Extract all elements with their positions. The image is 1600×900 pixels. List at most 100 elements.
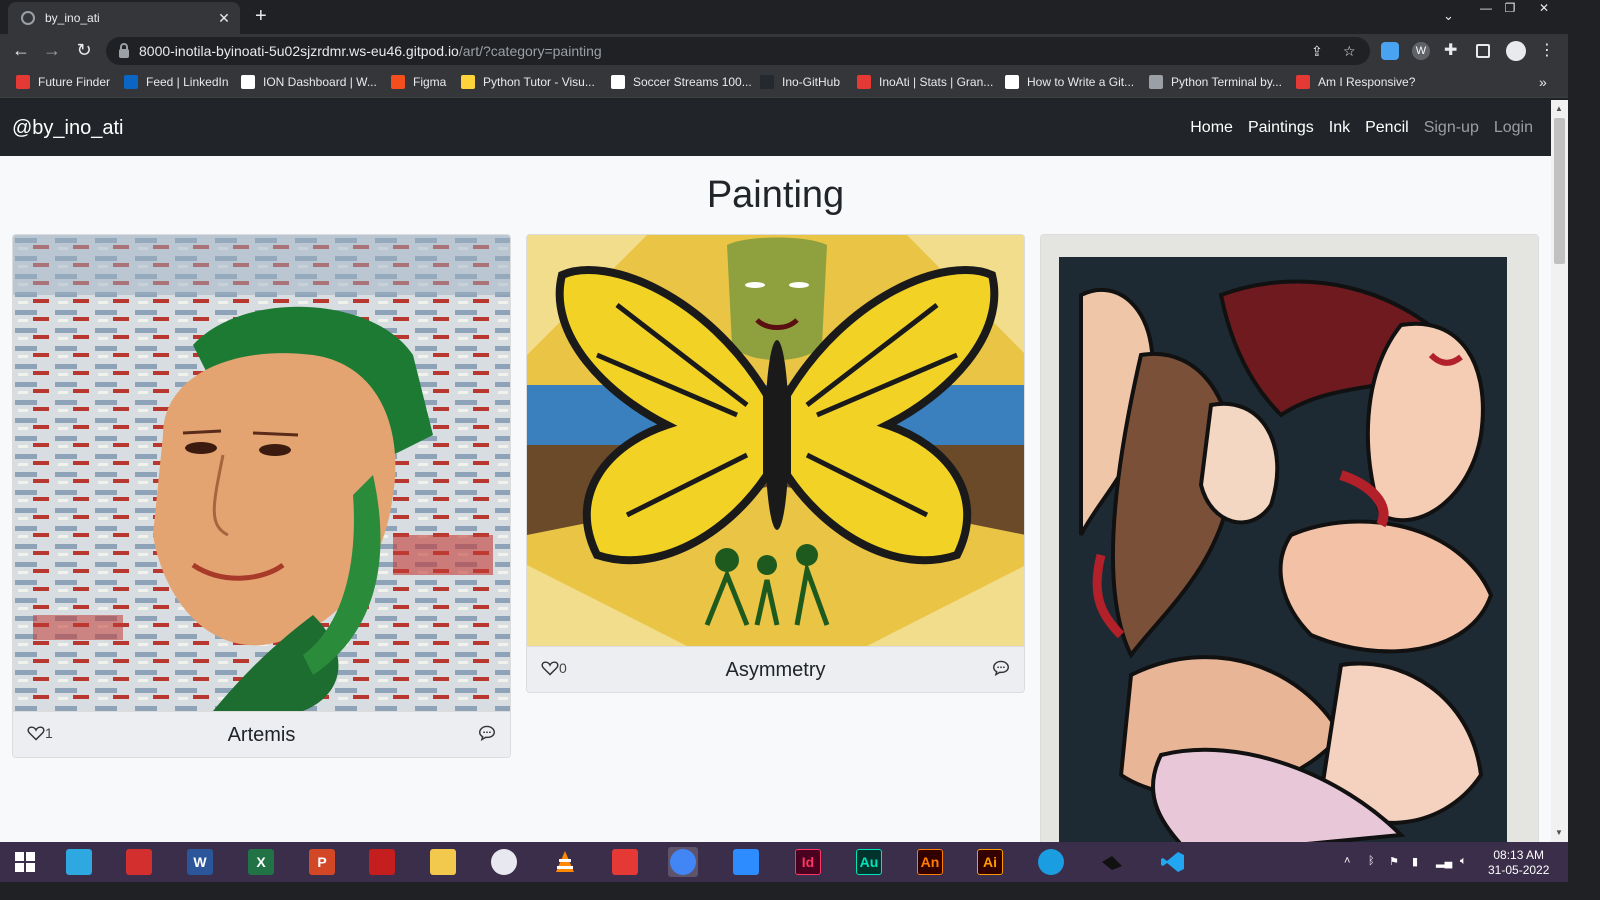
tray-expand-icon[interactable]: ˄ — [1344, 855, 1350, 867]
chrome-icon[interactable] — [668, 847, 698, 877]
app-dark-icon[interactable] — [1097, 847, 1127, 877]
indesign-icon[interactable]: Id — [793, 847, 823, 877]
profile-avatar-icon[interactable] — [1506, 41, 1526, 61]
bookmark-label: How to Write a Git... — [1027, 75, 1135, 89]
bookmark-favicon-icon — [760, 75, 774, 89]
bookmark-item[interactable]: Future Finder — [16, 75, 110, 89]
nav-link-pencil[interactable]: Pencil — [1365, 119, 1409, 137]
powerpoint-icon[interactable]: P — [307, 847, 337, 877]
extension-cloud-icon[interactable] — [1381, 42, 1399, 60]
word-icon[interactable]: W — [185, 847, 215, 877]
artwork-title: Asymmetry — [725, 659, 826, 681]
extensions-puzzle-icon[interactable]: ✚ — [1444, 42, 1462, 60]
artwork-card-artemis[interactable]: 1 Artemis — [12, 234, 511, 758]
vscode-icon[interactable] — [1158, 847, 1188, 877]
nav-link-login[interactable]: Login — [1494, 119, 1533, 137]
bluetooth-icon[interactable]: ᛒ — [1368, 855, 1375, 867]
web-page: @by_ino_ati Home Paintings Ink Pencil Sign-u… — [0, 100, 1551, 842]
nav-link-ink[interactable]: Ink — [1329, 119, 1350, 137]
more-bookmarks-icon[interactable]: » — [1539, 74, 1547, 90]
bookmark-item[interactable]: Ino-GitHub — [760, 75, 840, 89]
scroll-down-icon[interactable]: ▼ — [1555, 828, 1563, 837]
control-icon[interactable] — [64, 847, 94, 877]
acrobat-icon[interactable] — [367, 847, 397, 877]
comment-icon[interactable] — [478, 725, 496, 746]
bookmark-label: InoAti | Stats | Gran... — [879, 75, 994, 89]
flag-icon[interactable]: ⚑ — [1389, 855, 1399, 868]
edge-icon[interactable] — [1036, 847, 1066, 877]
scroll-thumb[interactable] — [1554, 118, 1565, 264]
artwork-card-asymmetry[interactable]: 0 Asymmetry — [526, 234, 1025, 693]
bookmark-favicon-icon — [1296, 75, 1310, 89]
close-tab-icon[interactable]: ✕ — [216, 10, 232, 27]
side-panel-icon[interactable] — [1476, 44, 1490, 58]
url-text[interactable]: 8000-inotila-byinoati-5u02sjzrdmr.ws-eu4… — [139, 43, 602, 59]
site-brand[interactable]: @by_ino_ati — [12, 117, 123, 140]
volume-icon[interactable]: 🔈︎ — [1460, 855, 1467, 868]
artwork-card-figures[interactable] — [1040, 234, 1539, 842]
figures-painting — [1041, 235, 1538, 842]
share-icon[interactable]: ⇪ — [1311, 43, 1323, 60]
site-navbar: @by_ino_ati Home Paintings Ink Pencil Sign-u… — [0, 100, 1551, 156]
bookmark-item[interactable]: Am I Responsive? — [1296, 75, 1415, 89]
address-bar[interactable]: 8000-inotila-byinoati-5u02sjzrdmr.ws-eu4… — [106, 37, 1370, 65]
file-explorer-icon[interactable] — [428, 847, 458, 877]
windows-start-icon[interactable] — [10, 847, 40, 877]
system-clock[interactable]: 08:13 AM 31-05-2022 — [1488, 848, 1549, 878]
tab-search-icon[interactable]: ⌄ — [1443, 8, 1454, 24]
artemis-painting — [13, 235, 510, 711]
itunes-icon[interactable] — [489, 847, 519, 877]
new-tab-icon[interactable]: + — [255, 5, 267, 28]
app-red-icon[interactable] — [124, 847, 154, 877]
bookmark-label: ION Dashboard | W... — [263, 75, 377, 89]
illustrator-icon[interactable]: Ai — [975, 847, 1005, 877]
browser-tab[interactable]: by_ino_ati ✕ — [8, 2, 240, 34]
artwork-image-asymmetry[interactable] — [527, 235, 1024, 646]
bookmark-favicon-icon — [1005, 75, 1019, 89]
artwork-image-figures[interactable] — [1041, 235, 1538, 842]
bookmark-label: Python Tutor - Visu... — [483, 75, 595, 89]
nav-link-paintings[interactable]: Paintings — [1248, 119, 1314, 137]
battery-icon[interactable]: ▮ — [1412, 855, 1418, 868]
bookmark-item[interactable]: InoAti | Stats | Gran... — [857, 75, 993, 89]
bookmark-label: Soccer Streams 100... — [633, 75, 752, 89]
asymmetry-painting — [527, 235, 1024, 646]
page-scrollbar[interactable]: ▲ ▼ — [1551, 100, 1568, 842]
audition-icon[interactable]: Au — [854, 847, 884, 877]
close-window-icon[interactable]: ✕ — [1530, 0, 1558, 18]
bookmark-item[interactable]: Python Terminal by... — [1149, 75, 1282, 89]
menu-kebab-icon[interactable]: ⋮ — [1536, 40, 1558, 60]
bookmark-item[interactable]: Figma — [391, 75, 446, 89]
bookmark-label: Future Finder — [38, 75, 111, 89]
restore-icon[interactable]: ❐ — [1496, 0, 1524, 18]
bookmark-item[interactable]: Feed | LinkedIn — [124, 75, 229, 89]
bookmark-favicon-icon — [391, 75, 405, 89]
browser-toolbar: ← → ↻ 8000-inotila-byinoati-5u02sjzrdmr.… — [0, 34, 1568, 68]
zoom-icon[interactable] — [731, 847, 761, 877]
tab-strip: by_ino_ati ✕ + ⌄ — ❐ ✕ — [0, 0, 1568, 34]
clock-time: 08:13 AM — [1493, 848, 1545, 862]
bookmark-item[interactable]: How to Write a Git... — [1005, 75, 1134, 89]
wifi-icon[interactable]: ▂▄ — [1436, 855, 1452, 868]
artwork-title: Artemis — [227, 724, 296, 746]
nav-link-home[interactable]: Home — [1190, 119, 1233, 137]
nav-link-sign-up[interactable]: Sign-up — [1424, 119, 1479, 137]
lock-icon — [119, 42, 129, 58]
forward-icon[interactable]: → — [41, 40, 63, 61]
vlc-icon[interactable] — [550, 847, 580, 877]
bookmark-star-icon[interactable]: ☆ — [1343, 43, 1356, 60]
comment-icon[interactable] — [992, 660, 1010, 681]
card-footer: 0 Asymmetry — [527, 646, 1024, 692]
extension-w-icon[interactable]: W — [1412, 42, 1430, 60]
artwork-image-artemis[interactable] — [13, 235, 510, 711]
reload-icon[interactable]: ↻ — [73, 40, 95, 61]
scroll-up-icon[interactable]: ▲ — [1555, 104, 1563, 113]
bookmark-item[interactable]: ION Dashboard | W... — [241, 75, 377, 89]
bookmark-item[interactable]: Python Tutor - Visu... — [461, 75, 595, 89]
bookmark-label: Python Terminal by... — [1171, 75, 1282, 89]
excel-icon[interactable]: X — [246, 847, 276, 877]
bookmark-item[interactable]: Soccer Streams 100... — [611, 75, 752, 89]
back-icon[interactable]: ← — [10, 40, 32, 61]
animate-icon[interactable]: An — [915, 847, 945, 877]
target-app-icon[interactable] — [610, 847, 640, 877]
